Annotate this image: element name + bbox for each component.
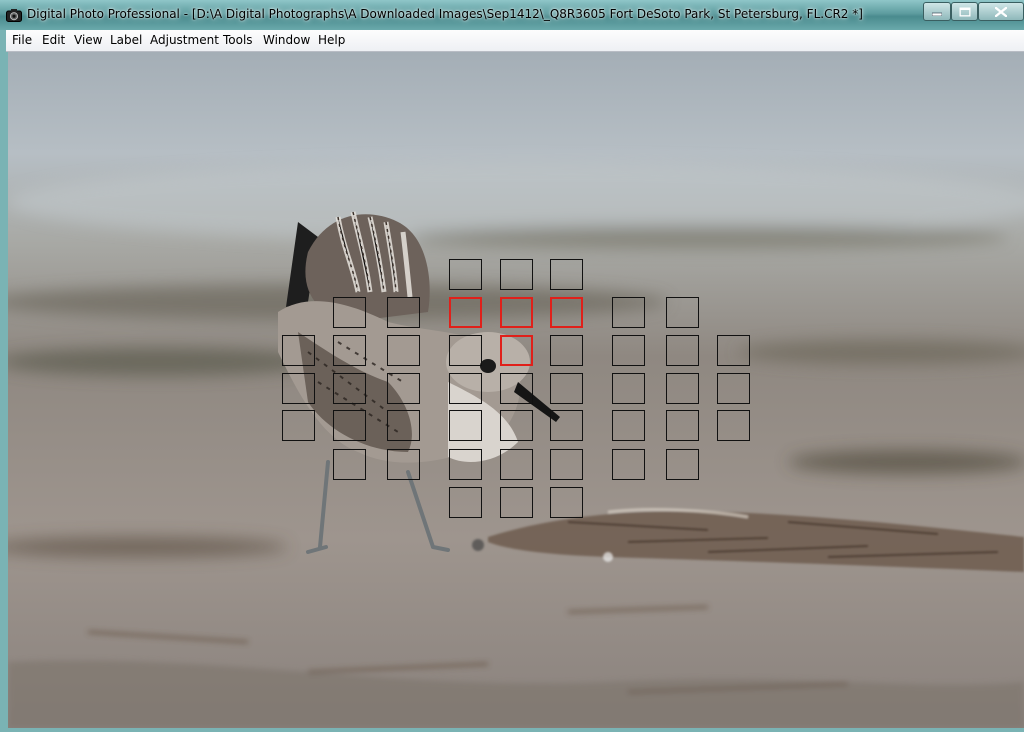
af-point [333,335,366,366]
image-viewer[interactable] [8,52,1024,728]
menu-file[interactable]: File [12,33,32,47]
af-point-active [500,335,533,366]
close-button[interactable] [978,2,1024,21]
af-point [387,297,420,328]
af-point [500,259,533,290]
af-point-active [449,297,482,328]
af-point [333,373,366,404]
af-point [666,410,699,441]
af-point [666,297,699,328]
af-point [449,487,482,518]
af-point [449,373,482,404]
menu-adjustment[interactable]: Adjustment [150,33,219,47]
title-bar[interactable]: Digital Photo Professional - [D:\A Digit… [0,0,1024,30]
menu-help[interactable]: Help [318,33,345,47]
af-point [717,373,750,404]
minimize-button[interactable] [923,2,951,21]
app-window: Digital Photo Professional - [D:\A Digit… [0,0,1024,732]
maximize-icon [959,7,970,16]
window-frame-bottom [0,728,1024,732]
af-point [500,449,533,480]
af-point [612,297,645,328]
af-point [666,449,699,480]
menu-edit[interactable]: Edit [42,33,65,47]
af-point [333,297,366,328]
af-point [666,335,699,366]
af-point [550,487,583,518]
af-point [387,410,420,441]
af-point [717,410,750,441]
af-point [550,373,583,404]
maximize-button[interactable] [951,2,978,21]
af-point [449,449,482,480]
close-icon [995,6,1007,17]
af-point [717,335,750,366]
af-point [333,449,366,480]
af-point [282,410,315,441]
af-point [500,373,533,404]
minimize-icon [932,12,942,16]
af-point [387,449,420,480]
af-point [282,335,315,366]
menu-window[interactable]: Window [263,33,310,47]
af-point-active [500,297,533,328]
af-point [612,449,645,480]
af-point [387,373,420,404]
menu-tools[interactable]: Tools [223,33,253,47]
af-point [500,487,533,518]
af-point [333,410,366,441]
af-point [500,410,533,441]
af-point [449,410,482,441]
af-point [387,335,420,366]
menu-view[interactable]: View [74,33,102,47]
af-point [449,335,482,366]
af-point [550,449,583,480]
af-point [550,259,583,290]
af-point [666,373,699,404]
af-point [612,410,645,441]
window-frame-left [0,30,8,732]
af-point-active [550,297,583,328]
menu-label[interactable]: Label [110,33,142,47]
window-title: Digital Photo Professional - [D:\A Digit… [27,7,863,21]
af-point [550,410,583,441]
af-point [550,335,583,366]
af-point [612,373,645,404]
camera-icon [6,9,22,22]
menu-bar: File Edit View Label Adjustment Tools Wi… [6,30,1024,52]
af-point [449,259,482,290]
af-point [282,373,315,404]
af-point [612,335,645,366]
